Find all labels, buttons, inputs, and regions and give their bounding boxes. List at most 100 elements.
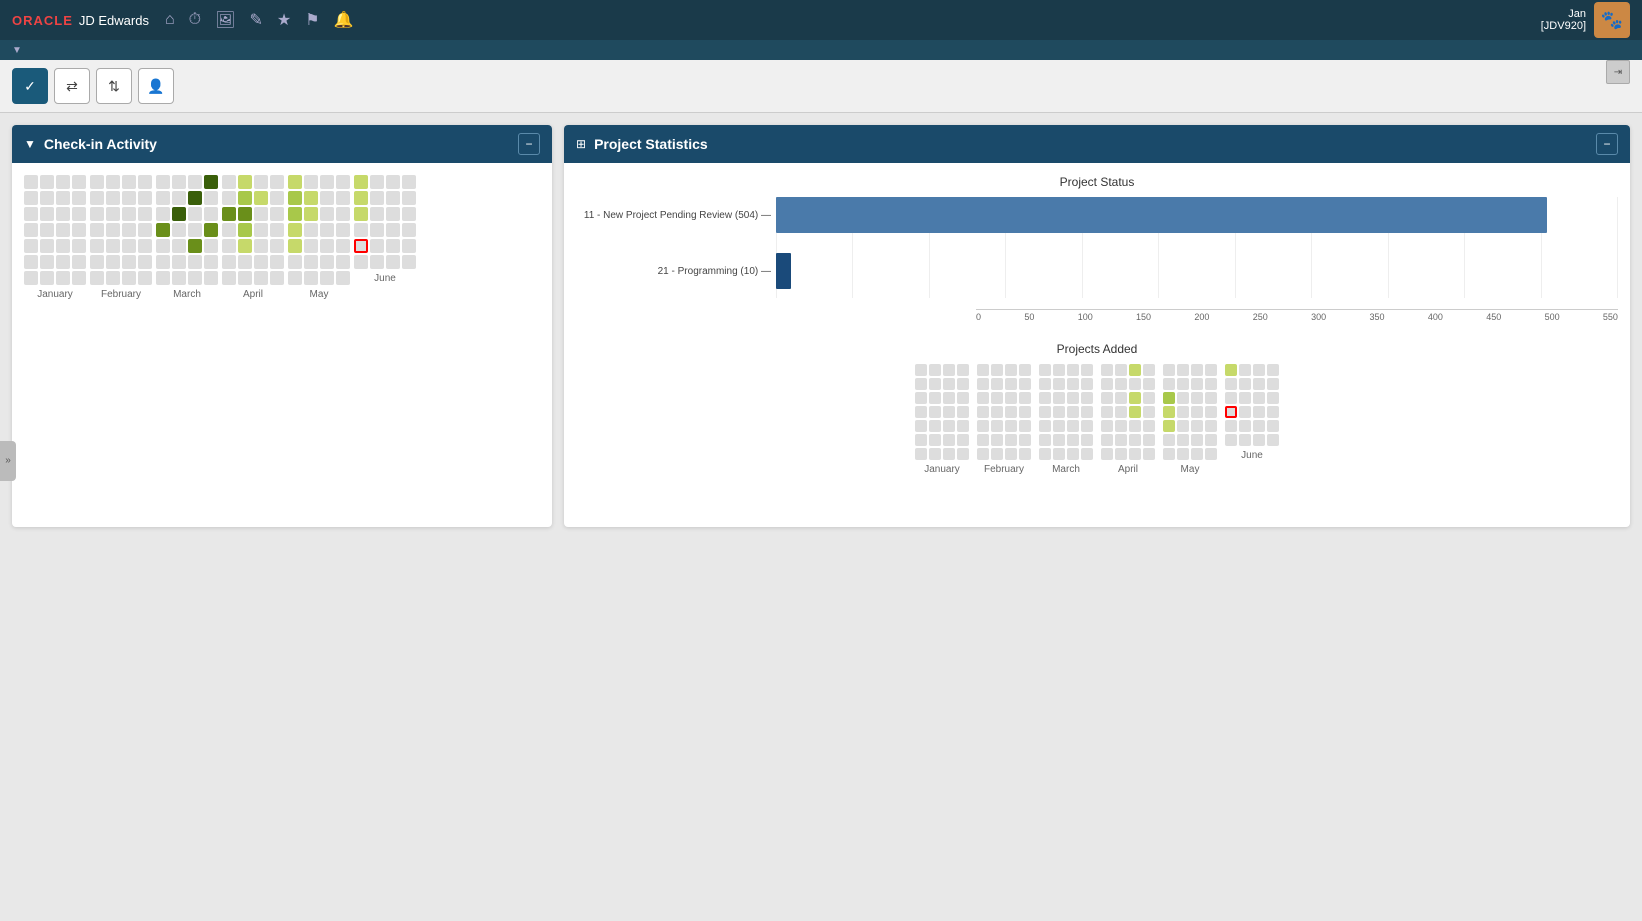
apr-month: April	[222, 175, 284, 300]
proj-cell	[1101, 378, 1113, 390]
heatmap-cell	[40, 239, 54, 253]
proj-cell	[1191, 420, 1203, 432]
heatmap-cell	[254, 239, 268, 253]
avatar[interactable]: 🐾	[1594, 2, 1630, 38]
home-icon[interactable]: ⌂	[165, 11, 175, 29]
proj-cell	[1067, 406, 1079, 418]
heatmap-cell	[56, 207, 70, 221]
x-axis-spacer	[776, 309, 976, 322]
heatmap-cell	[24, 191, 38, 205]
stats-panel-body: Project Status	[564, 163, 1630, 527]
proj-cell	[1225, 364, 1237, 376]
heatmap-cell	[122, 271, 136, 285]
proj-cell	[929, 434, 941, 446]
mar-grid	[156, 175, 218, 285]
proj-cell	[1039, 378, 1051, 390]
stats-panel-toggle[interactable]: −	[1596, 133, 1618, 155]
proj-cell	[1191, 392, 1203, 404]
proj-cell	[1253, 406, 1265, 418]
star-icon[interactable]: ★	[277, 10, 291, 30]
proj-cell	[1163, 434, 1175, 446]
transfer-button[interactable]: ⇄	[54, 68, 90, 104]
heatmap-cell	[138, 207, 152, 221]
heatmap-cell	[24, 175, 38, 189]
image-icon[interactable]: 🖼	[215, 10, 235, 30]
proj-cell	[1253, 392, 1265, 404]
heatmap-cell	[56, 191, 70, 205]
proj-jun: June	[1225, 364, 1279, 461]
proj-cell	[991, 420, 1003, 432]
bar-row-1: 11 - New Project Pending Review (504) —	[776, 197, 1618, 233]
proj-legend-cell-1	[1083, 483, 1095, 495]
proj-cell	[943, 420, 955, 432]
proj-cell	[1115, 406, 1127, 418]
heatmap-cell	[172, 207, 186, 221]
proj-cell	[1101, 448, 1113, 460]
proj-cell	[1129, 378, 1141, 390]
proj-jan-label: January	[924, 464, 960, 475]
proj-cell-today	[1225, 406, 1237, 418]
heatmap-cell	[90, 271, 104, 285]
sub-nav-arrow[interactable]: ▼	[12, 45, 22, 56]
collapse-button[interactable]: ⇥	[1606, 60, 1630, 84]
proj-cell	[1267, 378, 1279, 390]
side-expand-button[interactable]: »	[0, 441, 16, 481]
proj-cell	[1005, 434, 1017, 446]
proj-cell	[1039, 420, 1051, 432]
jun-label: June	[374, 273, 396, 284]
heatmap-cell	[354, 207, 368, 221]
heatmap-cell	[40, 207, 54, 221]
projects-added-title: Projects Added	[576, 342, 1618, 356]
checkin-heatmap: January	[24, 175, 540, 300]
heatmap-cell	[288, 239, 302, 253]
heatmap-cell	[304, 271, 318, 285]
heatmap-cell	[222, 175, 236, 189]
heatmap-cell	[24, 271, 38, 285]
heatmap-cell	[370, 175, 384, 189]
x-tick: 0	[976, 312, 981, 322]
heatmap-cell	[24, 239, 38, 253]
proj-cell	[943, 392, 955, 404]
proj-cell	[1115, 378, 1127, 390]
proj-cell	[1101, 392, 1113, 404]
proj-cell	[1267, 420, 1279, 432]
heatmap-cell	[72, 271, 86, 285]
x-tick: 150	[1136, 312, 1151, 322]
proj-cell	[1205, 448, 1217, 460]
proj-mar-label: March	[1052, 464, 1080, 475]
heatmap-cell	[304, 207, 318, 221]
x-tick: 200	[1194, 312, 1209, 322]
user-button[interactable]: 👤	[138, 68, 174, 104]
flag-icon[interactable]: ⚑	[305, 10, 319, 30]
proj-apr-label: April	[1118, 464, 1138, 475]
proj-cell	[977, 392, 989, 404]
proj-cell	[943, 406, 955, 418]
proj-cell	[1053, 448, 1065, 460]
proj-cell	[943, 434, 955, 446]
checkin-panel-toggle[interactable]: −	[518, 133, 540, 155]
proj-cell	[1191, 378, 1203, 390]
heatmap-cell	[56, 255, 70, 269]
user-id: [JDV920]	[1541, 20, 1586, 32]
bar-label-2: 21 - Programming (10) —	[576, 266, 771, 277]
proj-cell	[1081, 420, 1093, 432]
proj-cell	[991, 364, 1003, 376]
bell-icon[interactable]: 🔔	[334, 10, 354, 30]
proj-jun-grid	[1225, 364, 1279, 446]
heatmap-cell	[336, 191, 350, 205]
logo: ORACLE JD Edwards	[12, 13, 149, 28]
proj-cell	[991, 378, 1003, 390]
clock-icon[interactable]: ⏱	[189, 11, 201, 29]
proj-cell	[1129, 364, 1141, 376]
heatmap-cell	[122, 223, 136, 237]
filter-button[interactable]: ⇅	[96, 68, 132, 104]
heatmap-cell	[370, 223, 384, 237]
heatmap-cell	[402, 207, 416, 221]
heatmap-cell	[336, 223, 350, 237]
edit-icon[interactable]: ✎	[249, 10, 262, 30]
heatmap-cell	[40, 223, 54, 237]
proj-cell	[1191, 448, 1203, 460]
check-button[interactable]: ✓	[12, 68, 48, 104]
heatmap-cell	[270, 255, 284, 269]
x-tick: 500	[1545, 312, 1560, 322]
